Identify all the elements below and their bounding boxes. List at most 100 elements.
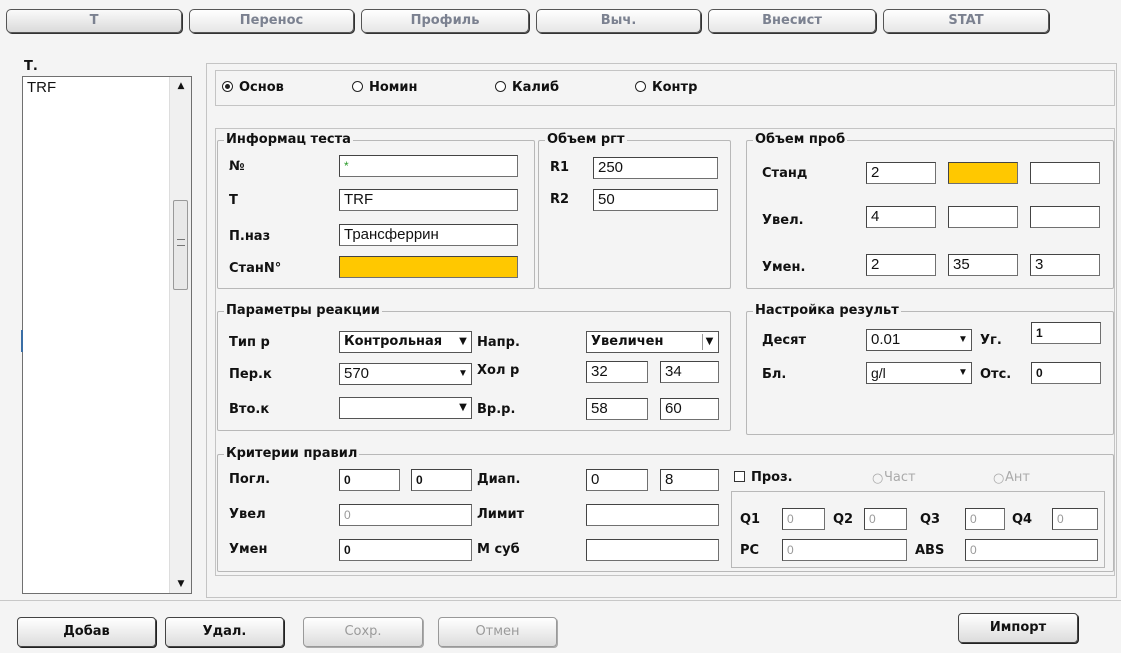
r2-label: R2 <box>550 192 570 207</box>
sample-dec-field-1[interactable]: 2 <box>866 254 936 276</box>
sample-dec-field-2[interactable]: 35 <box>948 254 1018 276</box>
scroll-down-icon[interactable]: ▼ <box>170 579 192 589</box>
angle-field[interactable]: 1 <box>1031 322 1101 344</box>
chevron-down-icon[interactable]: ▼ <box>455 398 471 418</box>
test-no-label: № <box>229 159 245 174</box>
tab-profile[interactable]: Профиль <box>361 9 529 33</box>
limit-field[interactable] <box>586 504 719 526</box>
q3-label: Q3 <box>920 512 941 527</box>
sample-inc-field-1[interactable]: 4 <box>866 206 936 228</box>
radio-icon <box>352 81 363 92</box>
unit-select[interactable]: g/l ▼ <box>866 362 972 384</box>
unit-label: Бл. <box>762 367 787 382</box>
chevron-down-icon[interactable]: ▼ <box>955 363 971 383</box>
tab-external[interactable]: Внесист <box>708 9 876 33</box>
tab-stat[interactable]: STAT <box>883 9 1049 33</box>
abs-field[interactable]: 0 <box>965 539 1098 561</box>
cold-field-2[interactable]: 34 <box>660 361 719 383</box>
cancel-button[interactable]: Отмен <box>438 617 557 647</box>
test-no-field[interactable]: * <box>339 155 518 177</box>
rules-title: Критерии правил <box>224 446 360 462</box>
first-wave-value: 570 <box>344 365 370 382</box>
reaction-dir-select[interactable]: Увеличен ▼ <box>586 331 719 353</box>
reaction-dir-label: Напр. <box>477 335 520 350</box>
second-wave-select[interactable]: ▼ <box>339 397 472 419</box>
range-field-2[interactable]: 8 <box>660 469 719 491</box>
reaction-group: Параметры реакции <box>217 303 731 431</box>
absorb-field-1[interactable]: 0 <box>339 469 400 491</box>
second-wave-label: Вто.к <box>229 402 270 417</box>
scroll-thumb[interactable] <box>173 200 188 290</box>
test-list[interactable]: TRF ▲ ▼ <box>22 76 192 594</box>
pc-field[interactable]: 0 <box>782 539 907 561</box>
absorb-field-2[interactable]: 0 <box>411 469 472 491</box>
reaction-type-select[interactable]: Контрольная ▼ <box>339 331 472 353</box>
chevron-down-icon[interactable]: ▼ <box>955 330 971 350</box>
grip-icon <box>177 239 185 246</box>
abs-label: ABS <box>915 543 945 558</box>
import-button[interactable]: Импорт <box>958 613 1078 643</box>
tab-t[interactable]: Т <box>6 9 182 33</box>
radio-main[interactable]: Основ <box>222 80 284 96</box>
test-t-field[interactable]: TRF <box>339 189 518 211</box>
sample-inc-field-3[interactable] <box>1030 206 1100 228</box>
limit-label: Лимит <box>477 507 525 522</box>
q1-field[interactable]: 0 <box>782 508 825 530</box>
tab-calc[interactable]: Выч. <box>536 9 701 33</box>
sample-inc-field-2[interactable] <box>948 206 1018 228</box>
radio-selected-icon <box>222 81 233 92</box>
left-accent <box>21 330 23 352</box>
time-field-2[interactable]: 60 <box>660 398 719 420</box>
checkbox-icon[interactable] <box>734 471 745 482</box>
range-field-1[interactable]: 0 <box>586 469 648 491</box>
test-std-field[interactable] <box>339 256 518 278</box>
sample-std-field-2[interactable] <box>948 162 1018 184</box>
delete-button[interactable]: Удал. <box>165 617 284 647</box>
cold-label: Хол р <box>477 363 520 378</box>
add-button[interactable]: Добав <box>17 617 156 647</box>
substrate-field[interactable] <box>586 539 719 561</box>
reaction-title: Параметры реакции <box>224 303 382 319</box>
decimal-select[interactable]: 0.01 ▼ <box>866 329 972 351</box>
first-wave-select[interactable]: 570 ▼ <box>339 363 472 385</box>
scroll-up-icon[interactable]: ▲ <box>170 81 192 91</box>
offset-field[interactable]: 0 <box>1031 362 1101 384</box>
r2-field[interactable]: 50 <box>593 189 718 211</box>
save-button[interactable]: Сохр. <box>303 617 423 647</box>
rules-inc-field[interactable]: 0 <box>339 504 472 526</box>
angle-label: Уг. <box>980 333 1002 348</box>
reaction-type-value: Контрольная <box>344 334 443 349</box>
sample-std-field-1[interactable]: 2 <box>866 162 936 184</box>
chevron-down-icon[interactable]: ▼ <box>455 364 471 384</box>
reaction-dir-value: Увеличен <box>591 334 664 349</box>
rules-dec-field[interactable]: 0 <box>339 539 472 561</box>
q4-field[interactable]: 0 <box>1052 508 1098 530</box>
radio-nominal[interactable]: Номин <box>352 80 418 96</box>
time-field-1[interactable]: 58 <box>586 398 648 420</box>
radio-frequency[interactable]: ○Част <box>872 470 916 486</box>
test-name-field[interactable]: Трансферрин <box>339 224 518 246</box>
proz-checkbox[interactable]: Проз. <box>734 470 793 486</box>
radio-control[interactable]: Контр <box>635 80 697 96</box>
test-info-title: Информац теста <box>224 132 353 148</box>
chevron-down-icon[interactable]: ▼ <box>455 332 471 352</box>
radio-calib[interactable]: Калиб <box>495 80 559 96</box>
unit-value: g/l <box>871 365 886 381</box>
r1-field[interactable]: 250 <box>593 157 718 179</box>
cold-field-1[interactable]: 32 <box>586 361 648 383</box>
scrollbar[interactable]: ▲ ▼ <box>169 77 191 593</box>
list-item[interactable]: TRF <box>27 79 56 96</box>
range-label: Диап. <box>477 472 521 487</box>
q1-label: Q1 <box>740 512 761 527</box>
reagent-volume-title: Объем ргт <box>545 132 627 148</box>
q3-field[interactable]: 0 <box>965 508 1005 530</box>
sample-dec-field-3[interactable]: 3 <box>1030 254 1100 276</box>
sample-std-field-3[interactable] <box>1030 162 1100 184</box>
radio-antigen[interactable]: ○Ант <box>993 470 1030 486</box>
absorb-label: Погл. <box>229 472 271 487</box>
tab-transfer[interactable]: Перенос <box>189 9 354 33</box>
q2-field[interactable]: 0 <box>864 508 907 530</box>
reaction-type-label: Тип р <box>229 335 270 350</box>
test-t-label: Т <box>229 193 238 208</box>
chevron-down-icon[interactable]: ▼ <box>702 334 716 350</box>
